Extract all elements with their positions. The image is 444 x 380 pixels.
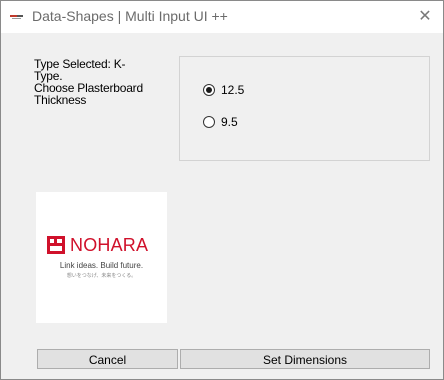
set-dimensions-button[interactable]: Set Dimensions [180,349,430,369]
dialog-window: Data-Shapes | Multi Input UI ++ ✕ Type S… [0,0,444,380]
radio-checked-icon [203,84,215,96]
close-icon: ✕ [418,8,432,25]
logo-tagline-jp: 想いをつなげ、未来をつくる。 [66,273,137,279]
window-title: Data-Shapes | Multi Input UI ++ [32,8,228,24]
type-selected-label: Type Selected: K-Type. [34,57,126,83]
app-logo-icon [10,14,23,20]
thickness-group-box [179,56,430,161]
radio-unchecked-icon [203,116,215,128]
radio-thickness-9-5[interactable]: 9.5 [203,114,238,130]
nohara-logo: NOHARA Link ideas. Build future. 想いをつなげ、… [36,192,167,323]
logo-wordmark: NOHARA [70,235,149,255]
close-button[interactable]: ✕ [407,1,443,33]
choose-thickness-label: Choose Plasterboard Thickness [34,81,143,107]
radio-label: 12.5 [221,83,245,97]
cancel-button[interactable]: Cancel [37,349,178,369]
title-bar[interactable]: Data-Shapes | Multi Input UI ++ ✕ [1,1,443,33]
nohara-mark-icon [47,236,65,254]
logo-tagline: Link ideas. Build future. [59,261,144,270]
radio-thickness-12-5[interactable]: 12.5 [203,82,244,98]
radio-label: 9.5 [221,115,238,129]
